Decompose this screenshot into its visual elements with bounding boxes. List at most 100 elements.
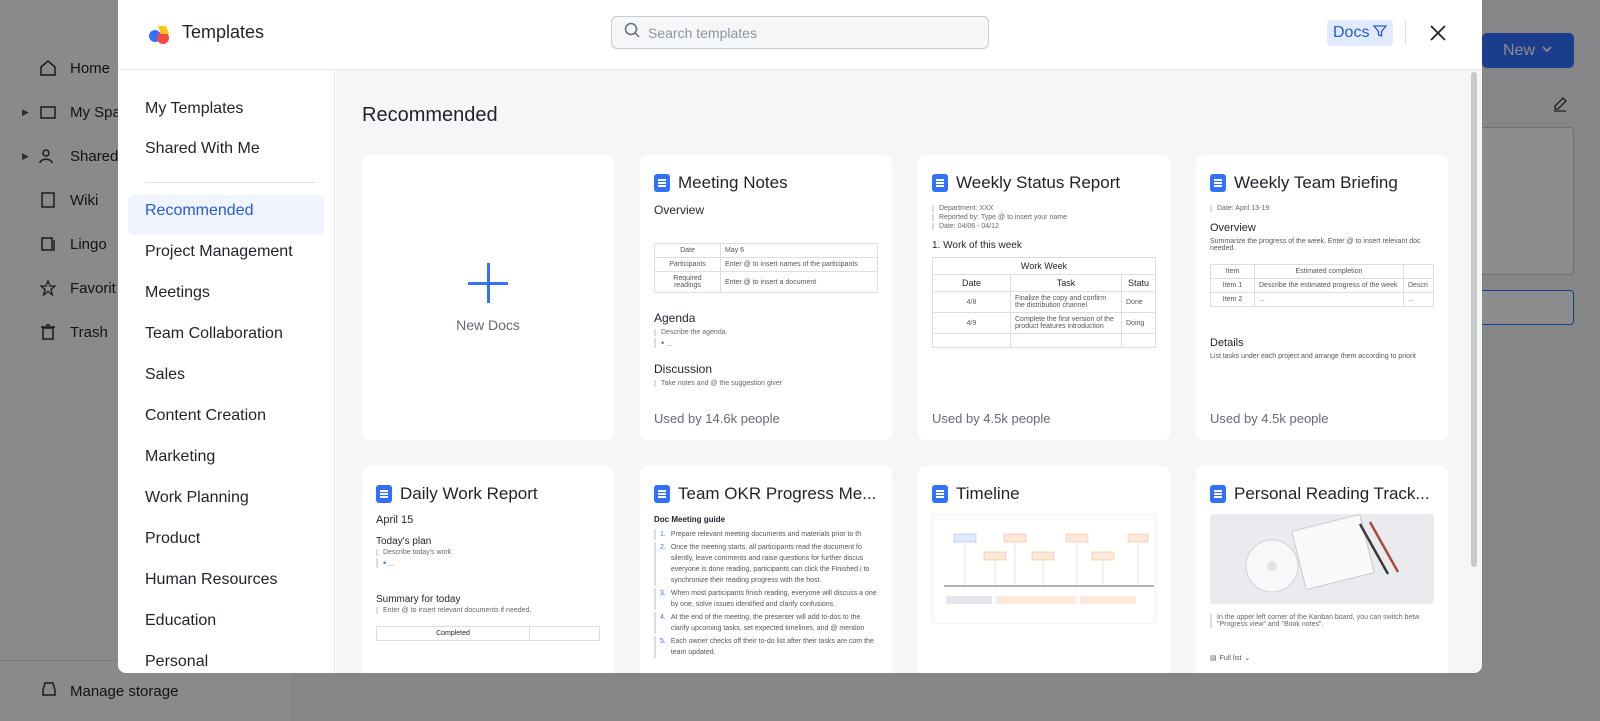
nav-work-planning[interactable]: Work Planning	[145, 487, 249, 509]
preview-cell: Required readings	[654, 271, 721, 293]
new-docs-label: New Docs	[456, 316, 520, 333]
preview-heading: 1. Work of this week	[932, 240, 1022, 251]
usage-count: Used by 4.5k people	[932, 411, 1051, 426]
plus-icon	[468, 262, 508, 303]
notebook-image	[1210, 514, 1434, 604]
nav-project-management[interactable]: Project Management	[145, 241, 293, 263]
preview-cell: Complete the first version of the produc…	[1010, 312, 1122, 334]
timeline-preview-graphic	[932, 514, 1156, 625]
preview-text: Take notes and @ the suggestion giver	[654, 380, 878, 387]
template-preview: April 15 Today's plan Describe today's w…	[376, 514, 600, 673]
template-preview	[932, 514, 1156, 673]
new-docs-card[interactable]: New Docs	[362, 155, 614, 440]
card-title: Daily Work Report	[400, 484, 538, 503]
preview-text: Each owner checks off their to-do list a…	[670, 638, 874, 656]
nav-sales[interactable]: Sales	[145, 364, 185, 386]
doc-icon	[932, 485, 948, 503]
template-preview: Department: XXX Reported by: Type @ to i…	[932, 203, 1156, 395]
preview-cell: Describe the estimated progress of the w…	[1254, 278, 1404, 293]
template-card-weekly-status-report[interactable]: Weekly Status Report Department: XXX Rep…	[918, 155, 1170, 440]
filter-icon	[1373, 24, 1388, 43]
preview-heading: Agenda	[654, 311, 696, 325]
preview-cell: Work Week	[932, 257, 1156, 275]
chevron-down-icon: ⌄	[1244, 655, 1251, 662]
doc-icon	[654, 174, 670, 192]
preview-table: Date May 6 Participants Enter @ to insert …	[654, 243, 878, 293]
template-gallery: Recommended New Docs Meeting Notes Overv…	[336, 70, 1482, 673]
preview-heading: April 15	[376, 514, 414, 526]
template-sidebar: My Templates Shared With Me Recommended …	[118, 70, 335, 673]
preview-heading: Discussion	[654, 362, 713, 376]
preview-text: Describe today's work	[376, 549, 600, 556]
preview-heading: Today's plan	[376, 536, 432, 547]
preview-text: Summarize the progress of the week. Ente…	[1210, 238, 1421, 252]
preview-cell: ...	[1254, 292, 1404, 307]
nav-my-templates[interactable]: My Templates	[145, 98, 243, 120]
preview-cell: Doing	[1121, 312, 1156, 334]
preview-text: Prepare relevant meeting documents and m…	[670, 531, 862, 538]
preview-cell: Item 2	[1210, 292, 1255, 307]
card-title: Weekly Status Report	[956, 173, 1121, 192]
template-card-personal-reading-tracker[interactable]: Personal Reading Track... In the upper l…	[1196, 466, 1448, 673]
preview-cell	[1403, 264, 1434, 279]
preview-table: Completed	[376, 626, 600, 641]
preview-table: Work Week Date Task Statu 4/8 Finalize the …	[932, 257, 1156, 348]
preview-text: Enter @ to insert relevant documents if …	[376, 607, 600, 614]
preview-cell: Task	[1010, 274, 1122, 292]
scrollbar[interactable]	[1471, 72, 1477, 567]
preview-cell: 4/9	[932, 312, 1011, 334]
search-box[interactable]	[611, 16, 989, 49]
nav-personal[interactable]: Personal	[145, 651, 208, 673]
preview-heading: Details	[1210, 337, 1244, 349]
docs-filter-button[interactable]: Docs	[1327, 20, 1394, 46]
preview-cell: Finalize the copy and confirm the distri…	[1010, 291, 1122, 313]
preview-cell: Enter @ to insert a document	[720, 271, 878, 293]
preview-text: Date: 04/06 - 04/12	[932, 223, 1156, 230]
preview-text: • ...	[654, 338, 878, 348]
template-card-daily-work-report[interactable]: Daily Work Report April 15 Today's plan …	[362, 466, 614, 673]
template-card-timeline[interactable]: Timeline	[918, 466, 1170, 673]
preview-heading: Doc Meeting guide	[654, 515, 726, 524]
nav-team-collaboration[interactable]: Team Collaboration	[145, 323, 283, 345]
preview-cell: Completed	[376, 626, 530, 641]
card-title: Personal Reading Track...	[1234, 484, 1430, 503]
preview-text: Department: XXX	[932, 205, 1156, 212]
doc-icon	[376, 485, 392, 503]
nav-content-creation[interactable]: Content Creation	[145, 405, 266, 427]
template-preview: Doc Meeting guide 1. Prepare relevant mee…	[654, 515, 877, 658]
preview-cell: Enter @ to insert names of the participa…	[720, 257, 878, 272]
doc-icon	[932, 174, 948, 192]
preview-cell: ...	[1403, 292, 1434, 307]
nav-human-resources[interactable]: Human Resources	[145, 569, 278, 591]
preview-heading: Overview	[654, 203, 705, 217]
nav-recommended[interactable]: Recommended	[145, 200, 254, 222]
card-title: Team OKR Progress Me...	[678, 484, 877, 503]
section-title: Recommended	[362, 104, 498, 126]
preview-cell: May 6	[720, 243, 878, 258]
template-card-weekly-team-briefing[interactable]: Weekly Team Briefing Date: April 13-19 O…	[1196, 155, 1448, 440]
preview-cell: 4/8	[932, 291, 1011, 313]
template-card-meeting-notes[interactable]: Meeting Notes Overview Date May 6 Partici…	[640, 155, 892, 440]
preview-text: Full list	[1219, 654, 1242, 662]
preview-heading: Overview	[1210, 222, 1256, 234]
preview-cell: Date	[654, 243, 721, 258]
header-divider	[1405, 21, 1406, 45]
usage-count: Used by 4.5k people	[1210, 411, 1329, 426]
preview-cell: Done	[1121, 291, 1156, 313]
templates-modal: Templates Docs My Templates Shared With …	[118, 0, 1482, 673]
preview-text: Reported by: Type @ to insert your name	[932, 214, 1156, 221]
preview-cell: Item 1	[1210, 278, 1255, 293]
preview-text: When most participants finish reading, e…	[670, 590, 877, 608]
nav-product[interactable]: Product	[145, 528, 200, 550]
modal-title: Templates	[182, 22, 265, 42]
nav-meetings[interactable]: Meetings	[145, 282, 210, 304]
template-card-team-okr[interactable]: Team OKR Progress Me... Doc Meeting guid…	[640, 466, 892, 673]
template-preview: In the upper left corner of the Kanban b…	[1210, 514, 1434, 673]
nav-shared-with-me[interactable]: Shared With Me	[145, 138, 260, 160]
search-input[interactable]	[648, 24, 968, 41]
close-icon[interactable]	[1426, 21, 1450, 45]
preview-cell: Statu	[1121, 274, 1156, 292]
search-icon	[624, 22, 640, 43]
nav-education[interactable]: Education	[145, 610, 216, 632]
nav-marketing[interactable]: Marketing	[145, 446, 215, 468]
